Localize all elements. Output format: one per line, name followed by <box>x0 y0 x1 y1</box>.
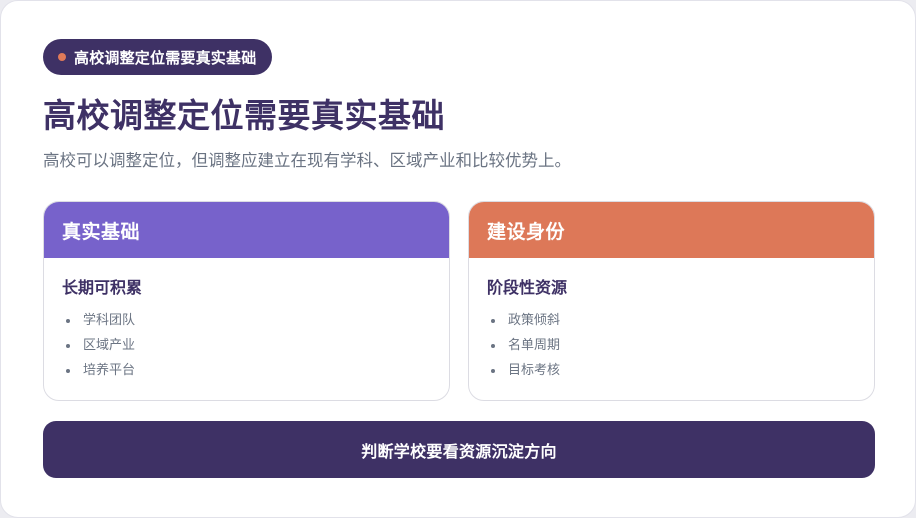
slide-canvas: 高校调整定位需要真实基础 高校调整定位需要真实基础 高校可以调整定位，但调整应建… <box>0 0 916 518</box>
page-title: 高校调整定位需要真实基础 <box>43 96 445 135</box>
card-subheading: 阶段性资源 <box>487 278 568 297</box>
card-body: 阶段性资源 政策倾斜 名单周期 目标考核 <box>469 258 874 383</box>
card-body: 长期可积累 学科团队 区域产业 培养平台 <box>44 258 449 383</box>
card-heading: 真实基础 <box>62 220 141 243</box>
card-list: 政策倾斜 名单周期 目标考核 <box>487 308 856 383</box>
conclusion-button-label: 判断学校要看资源沉淀方向 <box>361 441 557 461</box>
page-subtitle: 高校可以调整定位，但调整应建立在现有学科、区域产业和比较优势上。 <box>43 151 571 170</box>
card-list: 学科团队 区域产业 培养平台 <box>62 308 431 383</box>
badge-dot-icon <box>58 53 66 61</box>
topic-badge-label: 高校调整定位需要真实基础 <box>74 48 257 67</box>
list-item: 学科团队 <box>62 308 431 333</box>
list-item: 政策倾斜 <box>487 308 856 333</box>
topic-badge: 高校调整定位需要真实基础 <box>43 39 273 75</box>
card-header: 建设身份 <box>469 202 874 258</box>
list-item: 名单周期 <box>487 333 856 358</box>
card-real-foundation: 真实基础 长期可积累 学科团队 区域产业 培养平台 <box>43 201 450 401</box>
card-subheading: 长期可积累 <box>62 278 143 297</box>
list-item: 培养平台 <box>62 358 431 383</box>
card-heading: 建设身份 <box>487 220 566 243</box>
card-header: 真实基础 <box>44 202 449 258</box>
card-construction-identity: 建设身份 阶段性资源 政策倾斜 名单周期 目标考核 <box>468 201 875 401</box>
list-item: 目标考核 <box>487 358 856 383</box>
conclusion-button[interactable]: 判断学校要看资源沉淀方向 <box>43 421 875 478</box>
list-item: 区域产业 <box>62 333 431 358</box>
